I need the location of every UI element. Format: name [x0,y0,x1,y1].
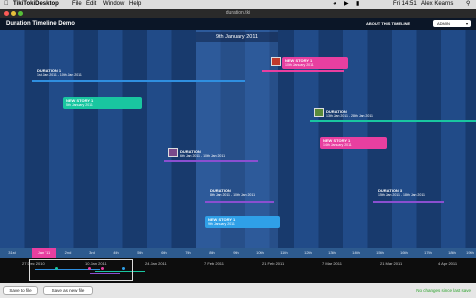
menu-edit[interactable]: Edit [86,0,96,9]
zoom-icon[interactable] [18,11,23,16]
minimap-viewport[interactable] [29,259,133,281]
save-status: No changes since last save [416,288,471,293]
save-as-button[interactable]: Save as new file [43,286,93,295]
tick-label[interactable]: 3rd [80,248,104,258]
tick-label[interactable]: 13th [320,248,344,258]
date-ticks[interactable]: 31st Jan '11 2nd 3rd 4th 5th 6th 7th 8th… [0,248,476,258]
event-dates: 14th January 2011 [323,143,352,147]
mode-select[interactable]: ADMIN ▾ [433,20,471,27]
story-card[interactable]: NEW STORY 1 5th January 2011 [63,97,142,109]
event-dates: 5th January 2011 [66,103,93,107]
tick-label[interactable]: 11th [272,248,296,258]
timeline-canvas[interactable]: 9th January 2011 DURATION 1 1st Jan 2011… [0,30,476,248]
duration-bar[interactable] [32,80,245,82]
about-link[interactable]: ABOUT THIS TIMELINE [366,18,410,30]
current-date-label: 9th January 2011 [196,32,278,42]
duration-bar[interactable] [205,201,274,203]
event-dates: 8th Jan 2011 - 10th Jan 2011 [210,193,256,197]
event-dates: 10th January 2011 [285,63,314,67]
minimap-label: 21 Feb 2011 [262,261,285,266]
menubar-app-name[interactable]: TikiTokiDesktop [13,0,59,9]
tick-label[interactable]: 6th [152,248,176,258]
event-dates: 1st Jan 2011 - 10th Jan 2011 [37,73,82,77]
duration-thumbnail[interactable] [168,148,178,157]
event-duration-2[interactable]: DURATION 13th Jan 2011 - 28th Jan 2011 [326,109,373,119]
footer-bar: Save to file Save as new file No changes… [0,283,476,298]
tick-label[interactable]: 7th [176,248,200,258]
tick-label[interactable]: 12th [296,248,320,258]
window-title: duration.tki [225,10,251,16]
duration-thumbnail[interactable] [314,108,324,117]
minimap-label: 24 Jan 2011 [145,261,167,266]
duration-bar[interactable] [164,160,258,162]
tick-label[interactable]: 5th [128,248,152,258]
tick-label[interactable]: 4th [104,248,128,258]
window-titlebar: duration.tki [0,9,476,18]
mac-menubar:  TikiTokiDesktop File Edit Window Help … [0,0,476,9]
menu-help[interactable]: Help [129,0,141,9]
tick-label[interactable]: 16th [392,248,416,258]
minimap-label: 7 Feb 2011 [204,261,224,266]
tick-label[interactable]: 8th [200,248,224,258]
story-card[interactable]: NEW STORY 1 9th January 2011 [205,216,280,228]
event-dates: 13th Jan 2011 - 28th Jan 2011 [326,114,373,118]
menubar-clock[interactable]: Fri 14:51 [393,0,417,9]
tick-label[interactable]: 15th [368,248,392,258]
mode-select-label: ADMIN [437,21,450,26]
tick-label[interactable]: 19th [464,248,476,258]
menu-window[interactable]: Window [103,0,124,9]
menu-file[interactable]: File [72,0,82,9]
duration-bar[interactable] [373,201,444,203]
minimap-label: 21 Mar 2011 [380,261,403,266]
tick-label[interactable]: 18th [440,248,464,258]
close-icon[interactable] [4,11,9,16]
tick-label[interactable]: 14th [344,248,368,258]
minimap[interactable]: 27 Dec 2010 10 Jan 2011 24 Jan 2011 7 Fe… [0,258,476,283]
minimize-icon[interactable] [11,11,16,16]
minimap-label: 4 Apr 2011 [438,261,458,266]
event-dates: 9th January 2011 [208,222,235,226]
event-dates: 6th Jan 2011 - 10th Jan 2011 [180,154,226,158]
menubar-user[interactable]: Alex Kearns [421,0,453,9]
duration-bar[interactable] [310,120,476,122]
tick-label[interactable]: 31st [0,248,24,258]
volume-icon[interactable]: ▶ [344,0,349,9]
minimap-label: 7 Mar 2011 [322,261,342,266]
event-duration-5[interactable]: DURATION 3 15th Jan 2011 - 18th Jan 2011 [378,188,425,198]
story-card[interactable]: NEW STORY 1 14th January 2011 [320,137,387,149]
duration-bar[interactable] [262,70,344,72]
event-duration-4[interactable]: DURATION 8th Jan 2011 - 10th Jan 2011 [210,188,255,198]
apple-icon[interactable]:  [4,0,9,9]
chevron-down-icon: ▾ [465,21,468,26]
tick-label[interactable]: 10th [248,248,272,258]
timeline-header: Duration Timeline Demo ABOUT THIS TIMELI… [0,18,476,30]
tick-label[interactable]: 17th [416,248,440,258]
story-thumbnail[interactable] [271,57,281,66]
battery-icon[interactable]: ▮ [356,0,359,9]
event-dates: 15th Jan 2011 - 18th Jan 2011 [378,193,425,197]
event-duration-1[interactable]: DURATION 1 1st Jan 2011 - 10th Jan 2011 [37,68,82,78]
story-card[interactable]: NEW STORY 1 10th January 2011 [282,57,348,69]
spotlight-icon[interactable]: ⚲ [466,0,470,9]
tick-label[interactable]: 9th [224,248,248,258]
wifi-icon[interactable]: ◕ [333,0,337,9]
page-title: Duration Timeline Demo [6,21,75,27]
tick-label[interactable]: 2nd [56,248,80,258]
tick-label-selected[interactable]: Jan '11 [32,248,56,258]
save-button[interactable]: Save to file [3,286,38,295]
event-duration-3[interactable]: DURATION 6th Jan 2011 - 10th Jan 2011 [180,149,225,159]
